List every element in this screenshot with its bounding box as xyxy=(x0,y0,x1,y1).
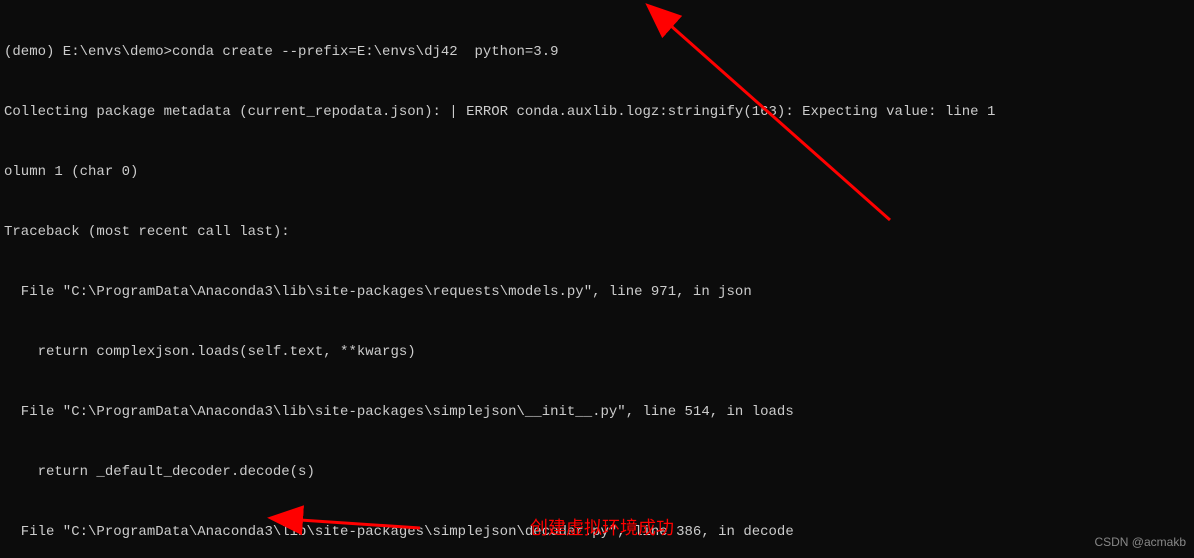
terminal-line: (demo) E:\envs\demo>conda create --prefi… xyxy=(4,42,1190,62)
terminal-line: Collecting package metadata (current_rep… xyxy=(4,102,1190,122)
terminal-line: return _default_decoder.decode(s) xyxy=(4,462,1190,482)
terminal-output[interactable]: (demo) E:\envs\demo>conda create --prefi… xyxy=(0,0,1194,558)
terminal-line: File "C:\ProgramData\Anaconda3\lib\site-… xyxy=(4,402,1190,422)
annotation-label: 创建虚拟环境成功 xyxy=(530,518,674,538)
terminal-line: olumn 1 (char 0) xyxy=(4,162,1190,182)
terminal-line: File "C:\ProgramData\Anaconda3\lib\site-… xyxy=(4,282,1190,302)
terminal-line: return complexjson.loads(self.text, **kw… xyxy=(4,342,1190,362)
terminal-line: Traceback (most recent call last): xyxy=(4,222,1190,242)
watermark: CSDN @acmakb xyxy=(1094,532,1186,552)
